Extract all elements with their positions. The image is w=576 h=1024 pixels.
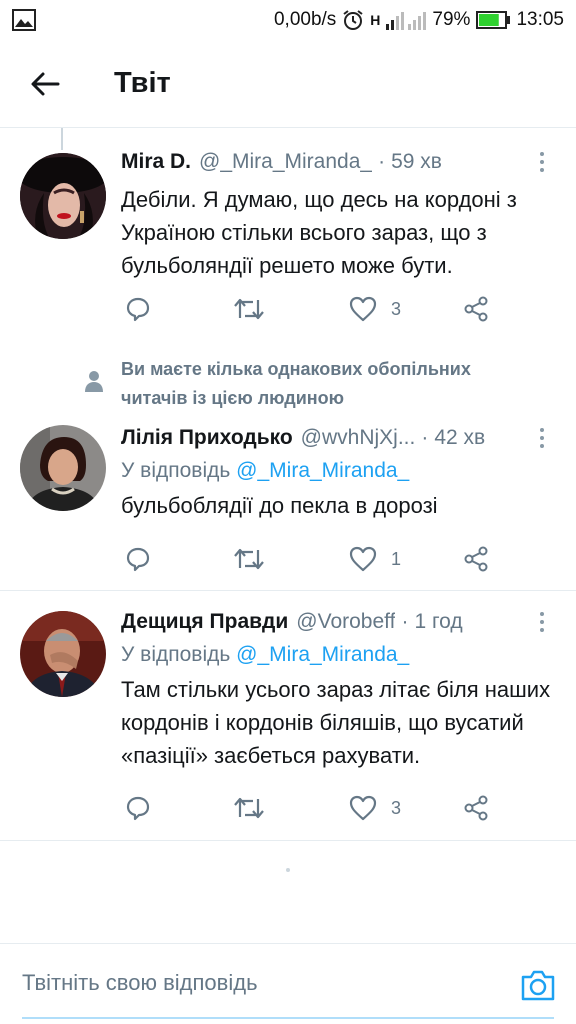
like-button[interactable]: 1 <box>349 539 401 579</box>
avatar[interactable] <box>20 611 106 697</box>
person-icon <box>85 371 103 392</box>
avatar[interactable] <box>20 153 106 239</box>
retweet-button[interactable] <box>233 539 265 579</box>
separator-dot: · <box>401 610 409 633</box>
more-icon[interactable] <box>532 607 552 637</box>
like-count: 3 <box>391 797 402 818</box>
share-button[interactable] <box>463 788 489 828</box>
signal-icon <box>386 12 427 30</box>
reply-button[interactable] <box>125 788 151 828</box>
author-name[interactable]: Mira D. <box>121 150 191 174</box>
tweet[interactable]: Лілія Приходько @wvhNjXj... · 42 хв У ві… <box>0 415 576 591</box>
alarm-icon <box>343 10 363 30</box>
like-icon <box>349 296 377 322</box>
share-button[interactable] <box>463 289 489 329</box>
back-button[interactable] <box>0 40 90 128</box>
reply-label: У відповідь <box>121 459 231 482</box>
camera-icon[interactable] <box>520 968 556 1002</box>
retweet-icon <box>234 797 264 819</box>
battery-percent: 79% <box>432 9 471 30</box>
tweet-text: Там стільки усього зараз літає біля наши… <box>121 677 551 768</box>
author-handle[interactable]: @wvhNjXj... <box>301 426 416 450</box>
separator-dot: · <box>378 150 386 173</box>
tweet-text: Дебіли. Я думаю, що десь на кордоні з Ук… <box>121 187 517 278</box>
tweet[interactable]: Mira D. @_Mira_Miranda_ · 59 хв Дебіли. … <box>0 129 576 345</box>
network-label: H <box>370 12 381 28</box>
app-bar: Твіт <box>0 40 576 128</box>
tweet-text: бульбоблядії до пекла в дорозі <box>121 493 438 518</box>
social-context: Ви маєте кілька однакових обопільних чит… <box>0 345 576 415</box>
tweet-time: 42 хв <box>434 426 486 449</box>
retweet-icon <box>234 298 264 320</box>
tweet[interactable]: Дещиця Правди @Vorobeff · 1 год У відпов… <box>0 591 576 841</box>
page-title: Твіт <box>114 67 171 99</box>
like-count: 1 <box>391 548 402 569</box>
reply-icon <box>126 547 150 572</box>
more-icon[interactable] <box>532 423 552 453</box>
share-icon <box>464 546 488 572</box>
retweet-button[interactable] <box>233 788 265 828</box>
reply-icon <box>126 796 150 821</box>
reply-mention[interactable]: @_Mira_Miranda_ <box>236 459 409 482</box>
social-context-text: Ви маєте кілька однакових обопільних чит… <box>121 359 471 408</box>
author-handle[interactable]: @Vorobeff <box>296 610 395 634</box>
retweet-button[interactable] <box>233 289 265 329</box>
reply-context: У відповідь @_Mira_Miranda_ <box>121 459 556 483</box>
author-name[interactable]: Дещиця Правди <box>121 610 288 634</box>
like-icon <box>349 795 377 821</box>
reply-mention[interactable]: @_Mira_Miranda_ <box>236 643 409 666</box>
clock: 13:05 <box>516 9 564 30</box>
retweet-icon <box>234 548 264 570</box>
loading-indicator <box>286 868 290 872</box>
reply-input-underline <box>22 1017 554 1019</box>
tweet-actions: 3 <box>121 289 501 329</box>
reply-button[interactable] <box>125 539 151 579</box>
net-speed: 0,00b/s <box>273 9 337 30</box>
reply-label: У відповідь <box>121 643 231 666</box>
avatar[interactable] <box>20 425 106 511</box>
more-icon[interactable] <box>532 147 552 177</box>
reply-context: У відповідь @_Mira_Miranda_ <box>121 643 556 667</box>
tweet-time: 1 год <box>414 610 463 633</box>
like-button[interactable]: 3 <box>349 788 401 828</box>
back-arrow-icon <box>31 72 60 95</box>
reply-bar: Твітніть свою відповідь <box>0 943 576 1024</box>
tweet-actions: 3 <box>121 788 501 828</box>
like-icon <box>349 546 377 572</box>
battery-icon <box>476 11 511 29</box>
author-handle[interactable]: @_Mira_Miranda_ <box>199 150 372 174</box>
reply-input[interactable]: Твітніть свою відповідь <box>22 970 258 996</box>
tweet-time: 59 хв <box>391 150 442 173</box>
reply-icon <box>126 297 150 322</box>
status-bar: 0,00b/s H 79% 13:05 <box>0 0 576 40</box>
share-button[interactable] <box>463 539 489 579</box>
like-button[interactable]: 3 <box>349 289 401 329</box>
tweet-actions: 1 <box>121 539 501 579</box>
reply-button[interactable] <box>125 289 151 329</box>
separator-dot: · <box>421 426 429 449</box>
like-count: 3 <box>391 298 402 319</box>
share-icon <box>464 296 488 322</box>
image-icon <box>12 9 36 31</box>
share-icon <box>464 795 488 821</box>
author-name[interactable]: Лілія Приходько <box>121 426 293 450</box>
